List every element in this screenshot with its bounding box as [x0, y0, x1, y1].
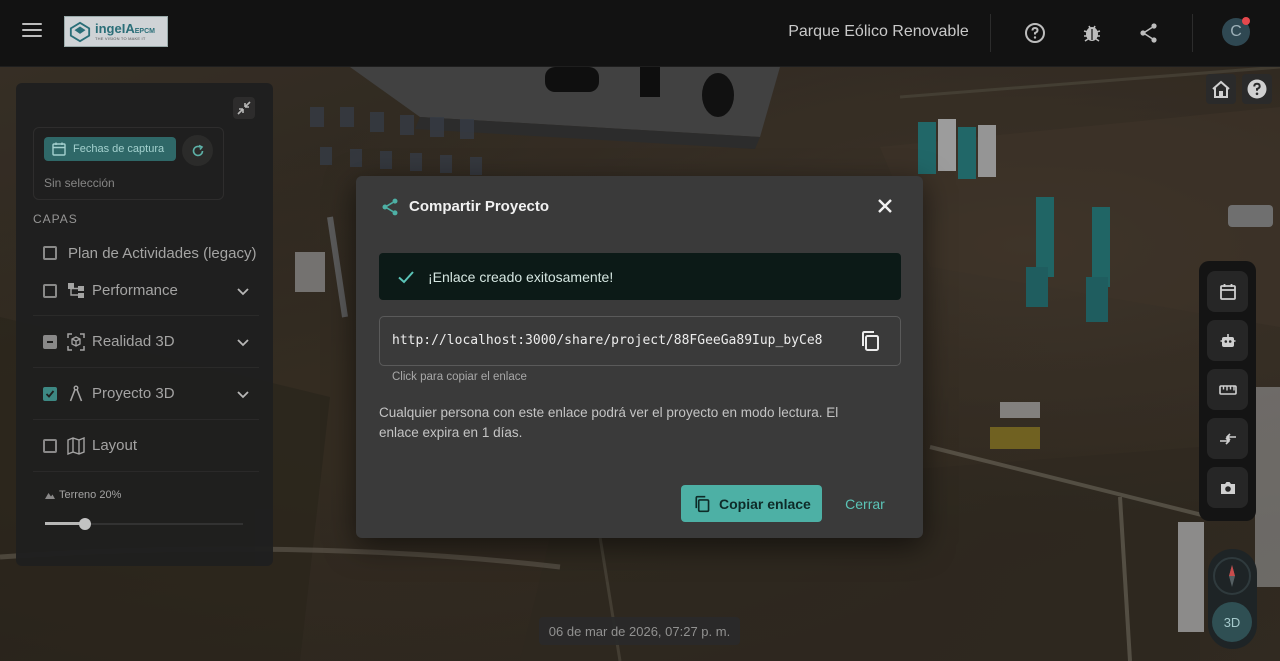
refresh-icon [192, 144, 203, 156]
layer-checkbox[interactable] [43, 283, 57, 298]
share-icon [382, 198, 398, 216]
copy-icon [695, 495, 710, 512]
compass-needle-icon [1229, 565, 1235, 587]
copy-link-button[interactable]: Copiar enlace [681, 485, 822, 522]
screenshot-tool-button[interactable] [1207, 467, 1248, 508]
layer-realidad-3d: Realidad 3D [33, 316, 259, 368]
share-url-text[interactable]: http://localhost:3000/share/project/88FG… [392, 333, 822, 348]
layers-heading: CAPAS [33, 212, 78, 226]
copy-link-label: Copiar enlace [719, 495, 811, 512]
compare-tool-button[interactable] [1207, 418, 1248, 459]
layer-label: Realidad 3D [92, 333, 175, 350]
hierarchy-icon [68, 282, 84, 298]
project-name: Parque Eólico Renovable [788, 23, 969, 40]
compass-drafting-icon [69, 385, 83, 401]
slider-thumb[interactable] [78, 518, 91, 530]
calendar-icon [52, 142, 66, 156]
terrain-opacity-slider[interactable] [45, 517, 243, 531]
layer-label: Performance [92, 282, 178, 299]
check-icon [398, 270, 414, 283]
home-view-button[interactable] [1206, 74, 1236, 104]
capture-dates-button[interactable]: Fechas de captura [44, 137, 176, 161]
compass-button[interactable] [1213, 557, 1251, 595]
camera-icon [1220, 481, 1235, 494]
terrain-label: Terreno 20% [45, 489, 121, 501]
home-icon [1212, 80, 1230, 98]
share-icon[interactable] [1137, 21, 1161, 45]
success-alert: ¡Enlace creado exitosamente! [379, 253, 901, 300]
layer-checkbox[interactable] [43, 334, 57, 349]
map-help-button[interactable] [1242, 74, 1272, 104]
dialog-title: Compartir Proyecto [409, 198, 550, 215]
refresh-button[interactable] [182, 135, 213, 166]
assistant-tool-button[interactable] [1207, 320, 1248, 361]
collapse-panel-button[interactable] [233, 97, 255, 119]
capture-date-filter: Fechas de captura Sin selección [33, 127, 224, 200]
layer-label: Plan de Actividades (legacy) [68, 244, 257, 262]
help-circle-icon [1247, 79, 1267, 99]
layers-panel: Fechas de captura Sin selección CAPAS Pl… [16, 83, 273, 566]
terrain-icon [45, 493, 55, 499]
share-description: Cualquier persona con este enlace podrá … [379, 405, 839, 440]
cube-scan-icon [67, 332, 85, 351]
chevron-down-icon[interactable] [235, 334, 251, 350]
company-logo[interactable]: ingeIAEPCM THE VISION TO MAKE IT [64, 16, 168, 47]
layer-performance: Performance [33, 266, 259, 316]
capture-timestamp: 06 de mar de 2026, 07:27 p. m. [539, 617, 740, 645]
divider [990, 14, 991, 52]
layer-label: Layout [92, 437, 138, 454]
close-dialog-button[interactable]: Cerrar [835, 485, 895, 522]
share-url-field[interactable]: http://localhost:3000/share/project/88FG… [379, 316, 901, 366]
layer-checkbox[interactable] [43, 246, 57, 260]
calendar-tool-button[interactable] [1207, 271, 1248, 312]
checkmark-icon [45, 389, 55, 398]
divider [1192, 14, 1193, 52]
share-project-dialog: Compartir Proyecto ¡Enlace creado exitos… [356, 176, 923, 538]
layer-label: Proyecto 3D [92, 385, 175, 402]
robot-icon [1220, 333, 1235, 347]
bug-icon[interactable] [1080, 21, 1104, 45]
logo-main-text: ingeIAEPCM [95, 21, 155, 36]
logo-tagline: THE VISION TO MAKE IT [95, 36, 146, 41]
help-circle-icon[interactable] [1023, 21, 1047, 45]
ruler-icon [1218, 384, 1237, 395]
notification-dot [1242, 17, 1250, 25]
layer-proyecto-3d: Proyecto 3D [33, 368, 259, 420]
view-mode-toggle[interactable]: 3D [1212, 602, 1252, 642]
date-selection-status: Sin selección [44, 176, 115, 190]
copy-hint: Click para copiar el enlace [392, 371, 527, 383]
chevron-down-icon[interactable] [235, 386, 251, 402]
success-message: ¡Enlace creado exitosamente! [428, 268, 614, 285]
close-icon[interactable] [875, 196, 895, 216]
layer-checkbox[interactable] [43, 438, 57, 453]
navigation-controls: 3D [1208, 549, 1257, 649]
capture-dates-label: Fechas de captura [73, 143, 165, 155]
calendar-icon [1219, 283, 1236, 300]
layer-checkbox[interactable] [43, 386, 57, 401]
copy-icon[interactable] [859, 330, 881, 352]
terrain-text: Terreno 20% [59, 489, 122, 501]
collapse-arrows-icon [237, 101, 251, 115]
logo-mark-icon [69, 21, 91, 42]
map-tools-bar [1199, 261, 1256, 521]
map-icon [67, 436, 85, 455]
measure-tool-button[interactable] [1207, 369, 1248, 410]
chevron-down-icon[interactable] [235, 283, 251, 299]
layer-layout: Layout [33, 420, 259, 472]
compare-arrows-icon [1219, 432, 1236, 445]
menu-icon[interactable] [22, 23, 42, 41]
top-bar: ingeIAEPCM THE VISION TO MAKE IT Parque … [0, 0, 1280, 67]
logo-text: ingeIAEPCM THE VISION TO MAKE IT [95, 22, 155, 41]
